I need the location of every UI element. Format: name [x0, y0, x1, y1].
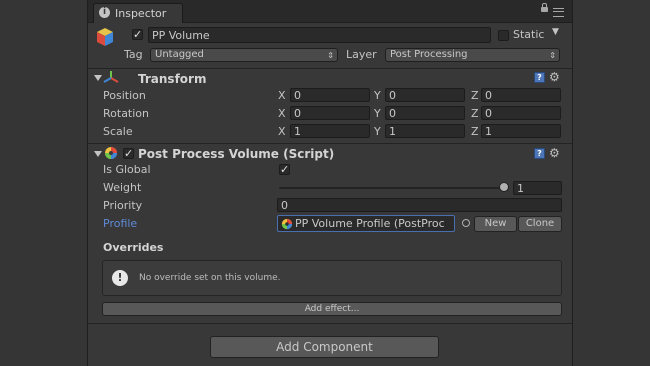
axis-y-label: Y	[374, 125, 381, 138]
tab-bar: i Inspector	[88, 0, 572, 23]
position-x-input[interactable]: 0	[290, 88, 370, 102]
tab-inspector[interactable]: i Inspector	[93, 3, 183, 23]
static-label: Static	[513, 28, 545, 41]
layer-dropdown[interactable]: Post Processing ⇕	[385, 48, 560, 62]
menu-icon[interactable]	[553, 8, 564, 17]
transform-foldout-icon[interactable]	[94, 75, 102, 81]
overrides-heading: Overrides	[103, 241, 164, 254]
transform-title: Transform	[138, 72, 207, 86]
ppvolume-enabled-checkbox[interactable]: ✓	[123, 148, 134, 159]
help-icon[interactable]: ?	[534, 148, 545, 159]
tag-value: Untagged	[155, 49, 204, 60]
chevron-updown-icon: ⇕	[549, 51, 556, 60]
profile-value: PP Volume Profile (PostProc	[295, 217, 445, 230]
add-component-button[interactable]: Add Component	[210, 336, 439, 358]
position-y-input[interactable]: 0	[385, 88, 465, 102]
profile-asset-icon	[281, 218, 293, 230]
rotation-label: Rotation	[103, 107, 150, 120]
axis-y-label: Y	[374, 89, 381, 102]
gear-icon[interactable]: ⚙	[549, 71, 560, 83]
ppvolume-script-icon	[105, 147, 117, 159]
weight-label: Weight	[103, 181, 142, 194]
rotation-y-input[interactable]: 0	[385, 106, 465, 120]
static-checkbox[interactable]	[498, 30, 509, 41]
gameobject-name-input[interactable]: PP Volume	[148, 27, 491, 43]
lock-icon[interactable]	[541, 3, 548, 12]
clone-button[interactable]: Clone	[518, 216, 562, 232]
transform-axis-icon	[103, 71, 119, 83]
weight-slider-track[interactable]	[279, 187, 507, 189]
axis-x-label: X	[278, 107, 286, 120]
layer-label: Layer	[346, 48, 377, 61]
layer-value: Post Processing	[390, 49, 468, 60]
divider	[88, 143, 572, 144]
new-button[interactable]: New	[474, 216, 517, 232]
weight-slider-thumb[interactable]	[499, 182, 509, 192]
axis-z-label: Z	[471, 107, 479, 120]
tag-label: Tag	[124, 48, 143, 61]
axis-z-label: Z	[471, 89, 479, 102]
rotation-z-input[interactable]: 0	[481, 106, 561, 120]
tab-inspector-label: Inspector	[115, 7, 167, 20]
chevron-updown-icon: ⇕	[327, 51, 334, 60]
axis-z-label: Z	[471, 125, 479, 138]
info-icon: i	[99, 7, 110, 18]
scale-label: Scale	[103, 125, 133, 138]
position-label: Position	[103, 89, 146, 102]
static-dropdown-icon[interactable]: ▼	[552, 27, 559, 37]
no-override-helpbox: ! No override set on this volume.	[102, 260, 562, 296]
divider	[88, 323, 572, 324]
is-global-label: Is Global	[103, 163, 151, 176]
scale-x-input[interactable]: 1	[290, 124, 370, 138]
ppvolume-title: Post Process Volume (Script)	[138, 147, 335, 161]
help-icon[interactable]: ?	[534, 72, 545, 83]
tag-dropdown[interactable]: Untagged ⇕	[150, 48, 338, 62]
axis-y-label: Y	[374, 107, 381, 120]
warning-icon: !	[112, 270, 128, 286]
scale-y-input[interactable]: 1	[385, 124, 465, 138]
weight-input[interactable]: 1	[513, 181, 562, 195]
ppvolume-foldout-icon[interactable]	[94, 151, 102, 157]
inspector-panel: i Inspector ✓ PP Volume Static ▼ Tag Unt…	[87, 0, 573, 366]
priority-input[interactable]: 0	[277, 198, 562, 212]
add-effect-button[interactable]: Add effect...	[102, 302, 562, 316]
rotation-x-input[interactable]: 0	[290, 106, 370, 120]
axis-x-label: X	[278, 89, 286, 102]
scale-z-input[interactable]: 1	[481, 124, 561, 138]
divider	[88, 68, 572, 69]
profile-object-field[interactable]: PP Volume Profile (PostProc	[277, 215, 455, 232]
position-z-input[interactable]: 0	[481, 88, 561, 102]
is-global-checkbox[interactable]: ✓	[279, 164, 290, 175]
profile-label: Profile	[103, 217, 138, 230]
axis-x-label: X	[278, 125, 286, 138]
gameobject-active-checkbox[interactable]: ✓	[132, 29, 143, 40]
no-override-message: No override set on this volume.	[139, 273, 281, 283]
gameobject-cube-icon	[97, 28, 113, 46]
priority-label: Priority	[103, 199, 143, 212]
object-picker-icon[interactable]	[462, 219, 470, 227]
gear-icon[interactable]: ⚙	[549, 147, 560, 159]
